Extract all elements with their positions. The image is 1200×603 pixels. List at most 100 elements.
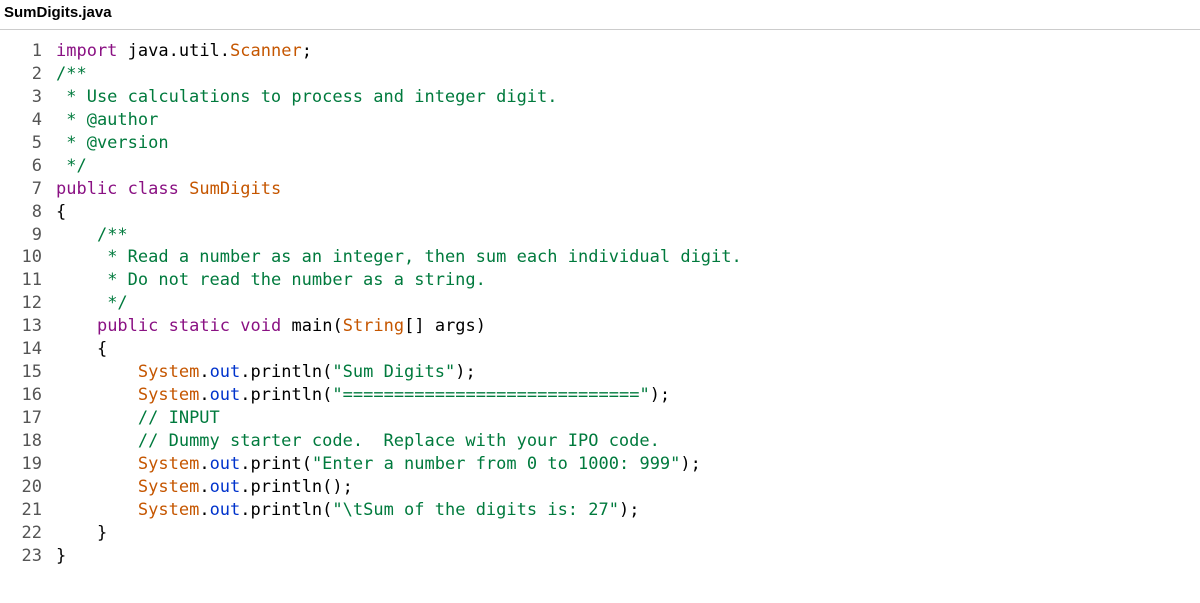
line-source: * Read a number as an integer, then sum … [56,246,742,269]
token-punct [56,408,138,428]
token-fld: out [210,500,241,520]
token-punct: [] args) [404,316,486,336]
token-kw: import [56,41,117,61]
line-number: 21 [0,499,56,522]
token-comment: // INPUT [138,408,220,428]
code-line: 21 System.out.println("\tSum of the digi… [0,499,742,522]
token-punct: ); [650,385,670,405]
token-punct [56,270,97,290]
code-line: 22 } [0,522,742,545]
code-line: 20 System.out.println(); [0,476,742,499]
line-number: 18 [0,430,56,453]
line-number: 1 [0,40,56,63]
token-punct: .println(); [240,477,353,497]
code-line: 14 { [0,338,742,361]
line-source: } [56,522,742,545]
token-comment: */ [56,156,87,176]
token-punct [230,316,240,336]
code-line: 3 * Use calculations to process and inte… [0,86,742,109]
line-source: System.out.println("Sum Digits"); [56,361,742,384]
line-source: import java.util.Scanner; [56,40,742,63]
token-comment: * Read a number as an integer, then sum … [97,247,742,267]
token-cls: System [138,385,199,405]
token-punct: ); [619,500,639,520]
token-str: "=============================" [332,385,649,405]
token-punct [56,225,97,245]
token-punct: } [56,523,107,543]
token-punct [179,179,189,199]
token-comment: // Dummy starter code. Replace with your… [138,431,660,451]
line-source: /** [56,224,742,247]
line-number: 3 [0,86,56,109]
line-source: System.out.println(); [56,476,742,499]
line-source: */ [56,155,742,178]
line-number: 4 [0,109,56,132]
code-line: 9 /** [0,224,742,247]
token-comment: * @author [56,110,158,130]
line-number: 9 [0,224,56,247]
line-source: } [56,545,742,568]
token-cls: System [138,362,199,382]
line-number: 12 [0,292,56,315]
line-source: * @author [56,109,742,132]
file-name: SumDigits.java [0,0,1200,29]
token-pkg: java.util. [128,41,230,61]
token-comment: /** [97,225,128,245]
token-punct [56,477,138,497]
token-punct: . [199,454,209,474]
line-number: 14 [0,338,56,361]
code-line: 16 System.out.println("=================… [0,384,742,407]
line-number: 2 [0,63,56,86]
code-line: 11 * Do not read the number as a string. [0,269,742,292]
token-punct: { [56,339,107,359]
line-source: // Dummy starter code. Replace with your… [56,430,742,453]
token-str: "\tSum of the digits is: 27" [332,500,619,520]
token-cls: SumDigits [189,179,281,199]
token-kw: void [240,316,281,336]
line-number: 8 [0,201,56,224]
token-mname: main [292,316,333,336]
line-source: { [56,201,742,224]
token-fld: out [210,362,241,382]
token-fld: out [210,385,241,405]
code-line: 1import java.util.Scanner; [0,40,742,63]
line-source: // INPUT [56,407,742,430]
token-punct [56,316,97,336]
token-str: "Sum Digits" [332,362,455,382]
line-source: System.out.println("====================… [56,384,742,407]
line-number: 22 [0,522,56,545]
line-number: 13 [0,315,56,338]
token-cls: System [138,500,199,520]
token-comment: * Do not read the number as a string. [97,270,486,290]
line-source: public class SumDigits [56,178,742,201]
token-kw: public [97,316,158,336]
line-number: 5 [0,132,56,155]
code-line: 15 System.out.println("Sum Digits"); [0,361,742,384]
line-number: 17 [0,407,56,430]
code-line: 8{ [0,201,742,224]
code-container: 1import java.util.Scanner;2/**3 * Use ca… [0,29,1200,568]
code-line: 5 * @version [0,132,742,155]
token-punct [56,385,138,405]
token-cls: String [343,316,404,336]
token-kw: public [56,179,117,199]
token-cls: System [138,454,199,474]
token-punct: } [56,546,66,566]
line-number: 7 [0,178,56,201]
token-kw: static [169,316,230,336]
line-source: System.out.println("\tSum of the digits … [56,499,742,522]
token-punct: ); [455,362,475,382]
token-punct: . [199,385,209,405]
code-line: 19 System.out.print("Enter a number from… [0,453,742,476]
token-comment: * @version [56,133,169,153]
token-fld: out [210,477,241,497]
token-punct: { [56,202,66,222]
code-line: 13 public static void main(String[] args… [0,315,742,338]
token-punct: ); [680,454,700,474]
token-kw: class [128,179,179,199]
code-line: 12 */ [0,292,742,315]
token-punct: .println( [240,385,332,405]
line-source: /** [56,63,742,86]
token-punct: .println( [240,362,332,382]
code-line: 6 */ [0,155,742,178]
